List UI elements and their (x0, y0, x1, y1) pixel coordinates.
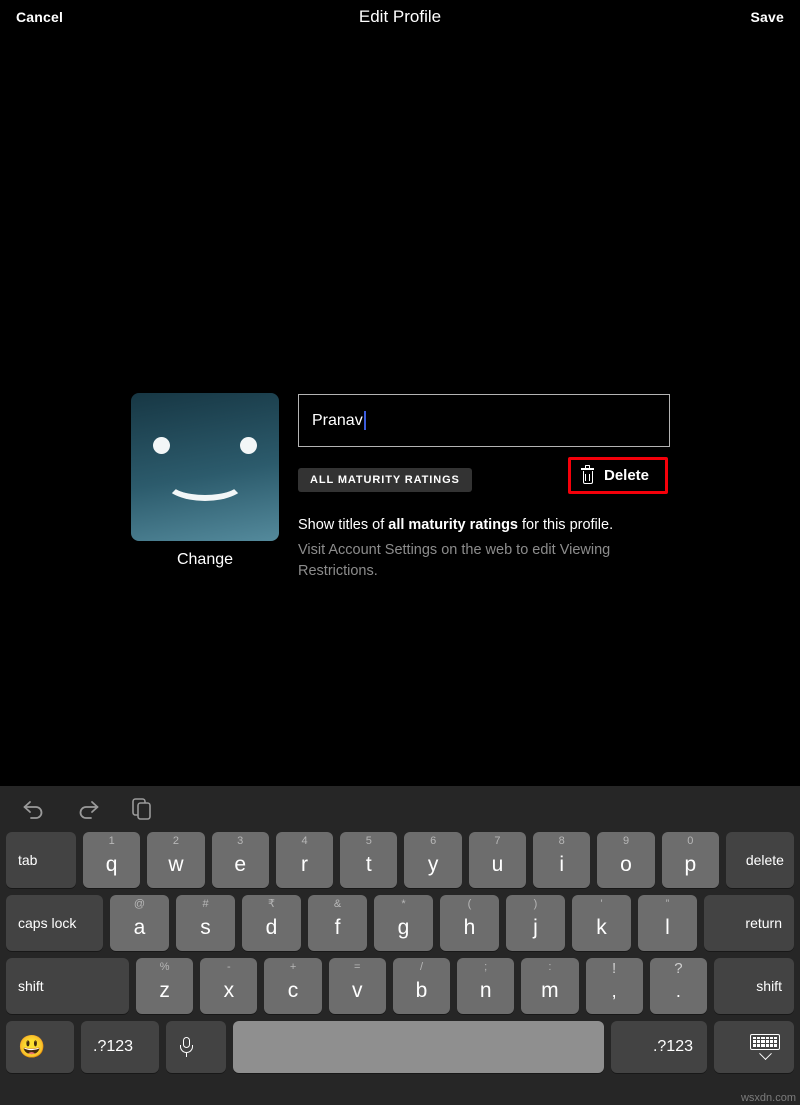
key-numbers-left[interactable]: .?123 (81, 1021, 159, 1073)
key-k[interactable]: 'k (572, 895, 631, 951)
key-m[interactable]: :m (521, 958, 578, 1014)
keyboard-toolbar (0, 786, 800, 832)
key-r[interactable]: 4r (276, 832, 333, 888)
key-shift-right[interactable]: shift (714, 958, 794, 1014)
key-j[interactable]: )j (506, 895, 565, 951)
maturity-rating-badge[interactable]: ALL MATURITY RATINGS (298, 468, 472, 492)
maturity-rating-row: ALL MATURITY RATINGS Delete (298, 466, 690, 493)
profile-name-input[interactable]: Pranav (298, 394, 670, 447)
keyboard-row-2: caps lock @a #s ₹d &f *g (h )j 'k ”l ret… (6, 895, 794, 951)
delete-profile-button[interactable]: Delete (568, 457, 668, 494)
key-v[interactable]: =v (329, 958, 386, 1014)
paste-icon[interactable] (128, 795, 156, 823)
trash-icon (581, 468, 594, 484)
key-l[interactable]: ”l (638, 895, 697, 951)
avatar-eye-left (153, 437, 170, 454)
key-s[interactable]: #s (176, 895, 235, 951)
key-i[interactable]: 8i (533, 832, 590, 888)
emoji-icon[interactable]: 😃 (6, 1021, 74, 1073)
hide-keyboard-glyph (750, 1034, 780, 1061)
key-t[interactable]: 5t (340, 832, 397, 888)
key-n[interactable]: ;n (457, 958, 514, 1014)
key-g[interactable]: *g (374, 895, 433, 951)
microphone-icon[interactable] (166, 1021, 226, 1073)
smiley-face-avatar-icon[interactable] (131, 393, 279, 541)
cancel-button[interactable]: Cancel (16, 9, 63, 25)
key-spacebar[interactable] (233, 1021, 604, 1073)
page-title: Edit Profile (0, 7, 800, 27)
profile-form: Pranav ALL MATURITY RATINGS Delete Sho (298, 394, 690, 582)
hide-keyboard-icon[interactable] (714, 1021, 794, 1073)
key-x[interactable]: -x (200, 958, 257, 1014)
key-f[interactable]: &f (308, 895, 367, 951)
edit-profile-screen: Cancel Edit Profile Save Change Pranav A… (0, 0, 800, 1105)
avatar-eye-right (240, 437, 257, 454)
key-period[interactable]: ?. (650, 958, 707, 1014)
watermark: wsxdn.com (741, 1092, 796, 1104)
key-z[interactable]: %z (136, 958, 193, 1014)
avatar-column: Change (131, 393, 279, 569)
key-d[interactable]: ₹d (242, 895, 301, 951)
change-avatar-button[interactable]: Change (177, 551, 233, 569)
key-b[interactable]: /b (393, 958, 450, 1014)
save-button[interactable]: Save (751, 9, 785, 25)
redo-icon[interactable] (74, 795, 102, 823)
maturity-description: Show titles of all maturity ratings for … (298, 515, 690, 536)
key-u[interactable]: 7u (469, 832, 526, 888)
microphone-glyph (180, 1037, 193, 1057)
key-w[interactable]: 2w (147, 832, 204, 888)
key-return[interactable]: return (704, 895, 794, 951)
key-q[interactable]: 1q (83, 832, 140, 888)
profile-name-value: Pranav (312, 412, 363, 430)
profile-edit-content: Change Pranav ALL MATURITY RATINGS Delet… (0, 34, 800, 786)
keyboard-row-1: tab 1q 2w 3e 4r 5t 6y 7u 8i 9o 0p delete (6, 832, 794, 888)
description-suffix: for this profile. (518, 517, 613, 533)
undo-icon[interactable] (20, 795, 48, 823)
key-c[interactable]: +c (264, 958, 321, 1014)
key-numbers-right[interactable]: .?123 (611, 1021, 707, 1073)
description-prefix: Show titles of (298, 517, 388, 533)
keyboard-rows: tab 1q 2w 3e 4r 5t 6y 7u 8i 9o 0p delete… (0, 832, 800, 1073)
key-a[interactable]: @a (110, 895, 169, 951)
keyboard-row-4: 😃 .?123 .?123 (6, 1021, 794, 1073)
keyboard-row-3: shift %z -x +c =v /b ;n :m !, ?. shift (6, 958, 794, 1014)
on-screen-keyboard: tab 1q 2w 3e 4r 5t 6y 7u 8i 9o 0p delete… (0, 786, 800, 1105)
top-navigation-bar: Cancel Edit Profile Save (0, 0, 800, 34)
key-shift-left[interactable]: shift (6, 958, 129, 1014)
key-caps-lock[interactable]: caps lock (6, 895, 103, 951)
description-bold: all maturity ratings (388, 517, 518, 533)
avatar-smile (164, 463, 246, 501)
key-p[interactable]: 0p (662, 832, 719, 888)
text-cursor (364, 411, 366, 430)
viewing-restrictions-note: Visit Account Settings on the web to edi… (298, 540, 638, 582)
key-h[interactable]: (h (440, 895, 499, 951)
delete-button-label: Delete (604, 467, 649, 484)
key-comma[interactable]: !, (586, 958, 643, 1014)
key-delete[interactable]: delete (726, 832, 794, 888)
key-tab[interactable]: tab (6, 832, 76, 888)
key-y[interactable]: 6y (404, 832, 461, 888)
key-e[interactable]: 3e (212, 832, 269, 888)
key-o[interactable]: 9o (597, 832, 654, 888)
